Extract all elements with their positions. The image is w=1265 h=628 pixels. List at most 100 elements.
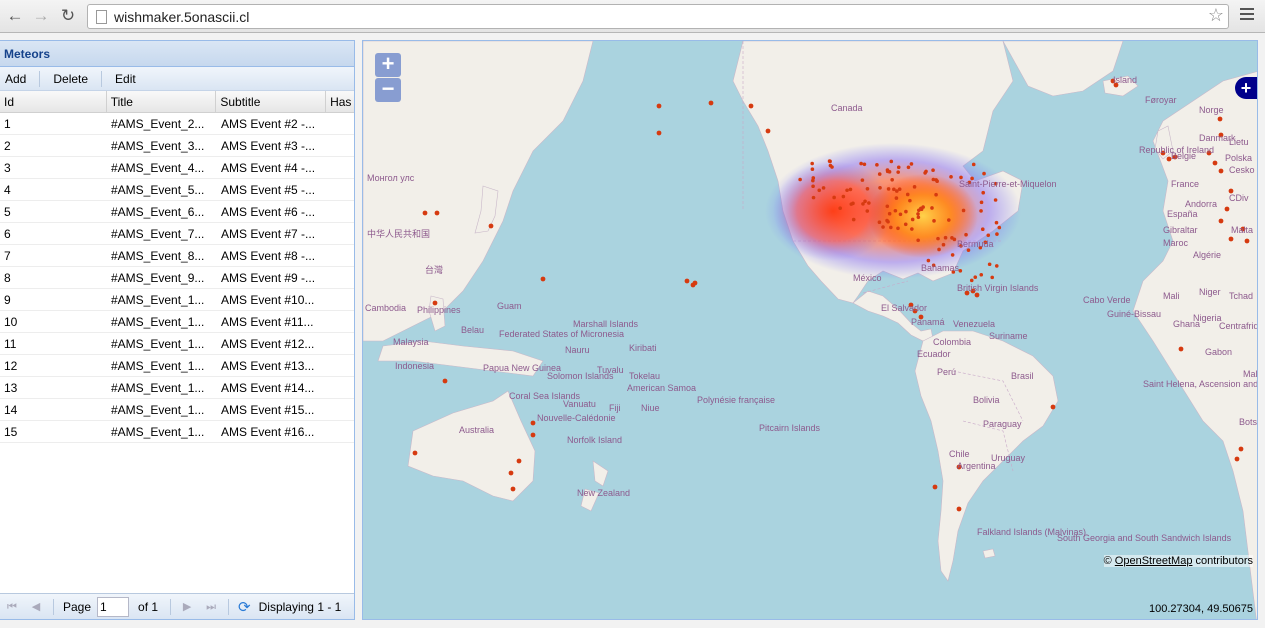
meteor-point[interactable] — [708, 100, 714, 106]
meteor-point[interactable] — [851, 201, 855, 206]
meteor-point[interactable] — [971, 162, 976, 167]
meteor-point[interactable] — [656, 130, 662, 136]
meteor-point[interactable] — [838, 206, 842, 211]
column-header-title[interactable]: Title — [107, 91, 217, 112]
refresh-icon[interactable]: ⟳ — [238, 598, 251, 616]
meteor-point[interactable] — [941, 242, 946, 247]
meteor-point[interactable] — [889, 225, 893, 230]
meteor-point[interactable] — [488, 223, 494, 229]
table-row[interactable]: 7 #AMS_Event_8... AMS Event #8 -... — [0, 245, 354, 267]
meteor-point[interactable] — [1217, 116, 1223, 122]
delete-button[interactable]: Delete — [53, 72, 101, 86]
meteor-point[interactable] — [860, 178, 865, 182]
prev-page-icon[interactable]: ◀ — [29, 600, 43, 614]
meteor-point[interactable] — [692, 280, 698, 286]
meteor-point[interactable] — [943, 235, 948, 240]
meteor-point[interactable] — [798, 177, 802, 182]
url-text[interactable]: wishmaker.5onascii.cl — [114, 9, 249, 25]
meteor-point[interactable] — [828, 159, 832, 164]
meteor-point[interactable] — [811, 195, 816, 200]
meteor-point[interactable] — [936, 236, 940, 241]
meteor-point[interactable] — [923, 171, 927, 175]
meteor-point[interactable] — [909, 162, 914, 166]
zoom-out-button[interactable]: − — [375, 78, 401, 102]
meteor-point[interactable] — [961, 208, 966, 213]
meteor-point[interactable] — [1212, 160, 1218, 166]
meteor-point[interactable] — [508, 470, 514, 476]
table-row[interactable]: 6 #AMS_Event_7... AMS Event #7 -... — [0, 223, 354, 245]
meteor-point[interactable] — [986, 233, 991, 238]
meteor-point[interactable] — [656, 103, 662, 109]
meteor-point[interactable] — [980, 227, 985, 232]
meteor-point[interactable] — [877, 172, 882, 176]
bookmark-star-icon[interactable]: ☆ — [1208, 5, 1224, 26]
meteor-point[interactable] — [947, 218, 951, 222]
meteor-point[interactable] — [867, 201, 871, 205]
table-row[interactable]: 10 #AMS_Event_1... AMS Event #11... — [0, 311, 354, 333]
meteor-point[interactable] — [894, 196, 899, 200]
meteor-point[interactable] — [516, 458, 522, 464]
meteor-point[interactable] — [916, 212, 920, 216]
meteor-point[interactable] — [422, 210, 428, 216]
meteor-point[interactable] — [979, 209, 983, 213]
meteor-point[interactable] — [530, 420, 536, 426]
table-row[interactable]: 5 #AMS_Event_6... AMS Event #6 -... — [0, 201, 354, 223]
back-arrow-icon[interactable]: ← — [4, 5, 26, 27]
meteor-point[interactable] — [956, 506, 962, 512]
map-canvas[interactable]: Canada Island Føroyar Norge Danmark Liet… — [363, 41, 1258, 620]
table-row[interactable]: 8 #AMS_Event_9... AMS Event #9 -... — [0, 267, 354, 289]
table-row[interactable]: 4 #AMS_Event_5... AMS Event #5 -... — [0, 179, 354, 201]
meteor-point[interactable] — [904, 209, 908, 214]
meteor-point[interactable] — [906, 165, 911, 170]
meteor-point[interactable] — [1244, 238, 1250, 244]
table-row[interactable]: 14 #AMS_Event_1... AMS Event #15... — [0, 399, 354, 421]
meteor-point[interactable] — [958, 268, 963, 273]
meteor-point[interactable] — [993, 198, 998, 202]
column-header-id[interactable]: Id — [0, 91, 107, 112]
meteor-point[interactable] — [903, 222, 908, 227]
meteor-point[interactable] — [950, 236, 954, 240]
meteor-point[interactable] — [949, 175, 953, 179]
meteor-point[interactable] — [930, 206, 934, 210]
meteor-point[interactable] — [896, 226, 900, 231]
meteor-point[interactable] — [885, 204, 890, 209]
meteor-point[interactable] — [859, 161, 863, 166]
meteor-point[interactable] — [893, 208, 898, 213]
table-row[interactable]: 9 #AMS_Event_1... AMS Event #10... — [0, 289, 354, 311]
meteor-point[interactable] — [982, 171, 986, 176]
meteor-point[interactable] — [932, 484, 938, 490]
meteor-point[interactable] — [1218, 218, 1224, 224]
table-row[interactable]: 3 #AMS_Event_4... AMS Event #4 -... — [0, 157, 354, 179]
meteor-point[interactable] — [916, 238, 920, 243]
meteor-point[interactable] — [530, 432, 536, 438]
meteor-point[interactable] — [821, 186, 826, 190]
meteor-point[interactable] — [1238, 446, 1244, 452]
meteor-point[interactable] — [886, 187, 891, 191]
table-row[interactable]: 13 #AMS_Event_1... AMS Event #14... — [0, 377, 354, 399]
meteor-point[interactable] — [862, 162, 867, 167]
layer-switcher-button[interactable]: + — [1235, 77, 1257, 99]
meteor-point[interactable] — [828, 163, 833, 168]
zoom-in-button[interactable]: + — [375, 53, 401, 77]
meteor-point[interactable] — [896, 165, 901, 170]
meteor-point[interactable] — [841, 194, 846, 199]
table-row[interactable]: 1 #AMS_Event_2... AMS Event #2 -... — [0, 113, 354, 135]
meteor-point[interactable] — [934, 192, 938, 197]
meteor-point[interactable] — [865, 187, 870, 191]
last-page-icon[interactable]: ⏭ — [204, 600, 218, 614]
meteor-point[interactable] — [921, 205, 925, 209]
meteor-point[interactable] — [1178, 346, 1184, 352]
meteor-point[interactable] — [510, 486, 516, 492]
meteor-point[interactable] — [1050, 404, 1056, 410]
meteor-point[interactable] — [817, 188, 822, 193]
meteor-point[interactable] — [964, 232, 968, 237]
meteor-point[interactable] — [997, 225, 1002, 230]
meteor-point[interactable] — [1224, 206, 1230, 212]
meteor-point[interactable] — [969, 278, 974, 283]
meteor-point[interactable] — [931, 177, 936, 182]
meteor-point[interactable] — [926, 258, 931, 263]
meteor-point[interactable] — [434, 210, 440, 216]
meteor-point[interactable] — [885, 169, 890, 174]
meteor-point[interactable] — [765, 128, 771, 134]
meteor-point[interactable] — [412, 450, 418, 456]
